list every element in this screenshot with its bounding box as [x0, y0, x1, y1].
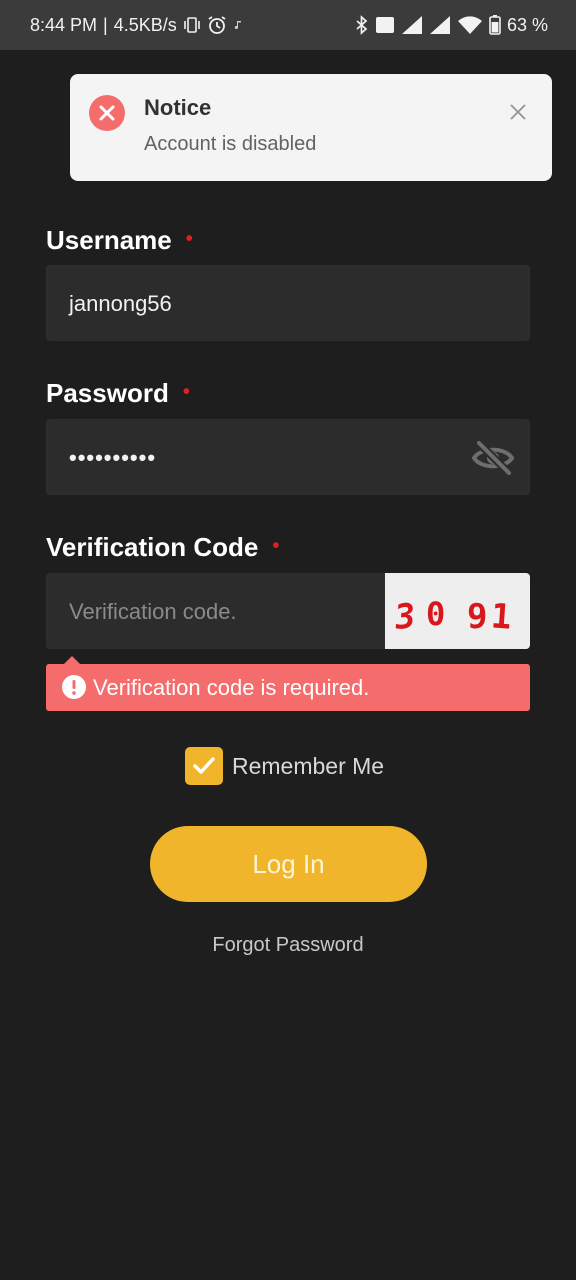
username-label-text: Username: [46, 225, 172, 255]
volte-icon: [375, 16, 395, 34]
status-time: 8:44 PM: [30, 14, 98, 35]
forgot-password-link[interactable]: Forgot Password: [0, 934, 576, 957]
login-button[interactable]: Log In: [150, 826, 427, 902]
verification-error-text: Verification code is required.: [93, 675, 370, 700]
username-input[interactable]: jannong56: [46, 265, 530, 341]
checkmark-icon[interactable]: [185, 747, 223, 785]
status-left: 8:44 PM | 4.5KB/s: [30, 15, 245, 36]
verification-placeholder: Verification code.: [69, 599, 237, 624]
required-mark: •: [185, 228, 193, 250]
warning-circle-icon: [62, 675, 86, 699]
signal-icon: [429, 15, 451, 35]
close-icon[interactable]: [508, 102, 528, 122]
captcha-digit: 3: [392, 596, 418, 638]
username-value: jannong56: [69, 291, 172, 316]
password-input[interactable]: ••••••••••: [46, 419, 530, 495]
status-right: 63 %: [355, 15, 548, 36]
captcha-digit: 9: [467, 597, 488, 637]
status-bar: 8:44 PM | 4.5KB/s 63 %: [0, 0, 576, 50]
required-mark: •: [272, 535, 280, 557]
signal-icon: [401, 15, 423, 35]
password-label-text: Password: [46, 378, 169, 408]
captcha-digit: 1: [489, 596, 513, 638]
notice-title: Notice: [144, 95, 212, 120]
password-value: ••••••••••: [69, 445, 157, 470]
status-separator: |: [103, 14, 108, 35]
verification-label: Verification Code •: [46, 532, 279, 563]
notice-toast: Notice Account is disabled: [70, 74, 552, 181]
bluetooth-icon: [355, 15, 369, 35]
error-circle-icon: [89, 95, 125, 131]
battery-percent: 63 %: [506, 14, 548, 35]
verification-input[interactable]: Verification code.: [46, 573, 385, 649]
vibrate-icon: [183, 16, 201, 34]
music-note-icon: [233, 19, 245, 31]
username-label: Username •: [46, 225, 193, 256]
verification-error-tooltip: Verification code is required.: [46, 656, 530, 711]
remember-me-checkbox[interactable]: Remember Me: [185, 746, 384, 786]
notice-message: Account is disabled: [144, 133, 317, 155]
wifi-icon: [457, 15, 483, 35]
captcha-digit: 0: [426, 595, 446, 633]
required-mark: •: [182, 381, 190, 403]
remember-me-label: Remember Me: [232, 752, 385, 779]
battery-icon: [489, 15, 501, 35]
password-label: Password •: [46, 378, 190, 409]
status-net-speed: 4.5KB/s: [113, 14, 177, 35]
alarm-icon: [207, 15, 227, 35]
verification-label-text: Verification Code: [46, 532, 259, 562]
eye-off-icon[interactable]: [471, 439, 515, 477]
captcha-image[interactable]: 3 0 9 1: [385, 573, 530, 649]
